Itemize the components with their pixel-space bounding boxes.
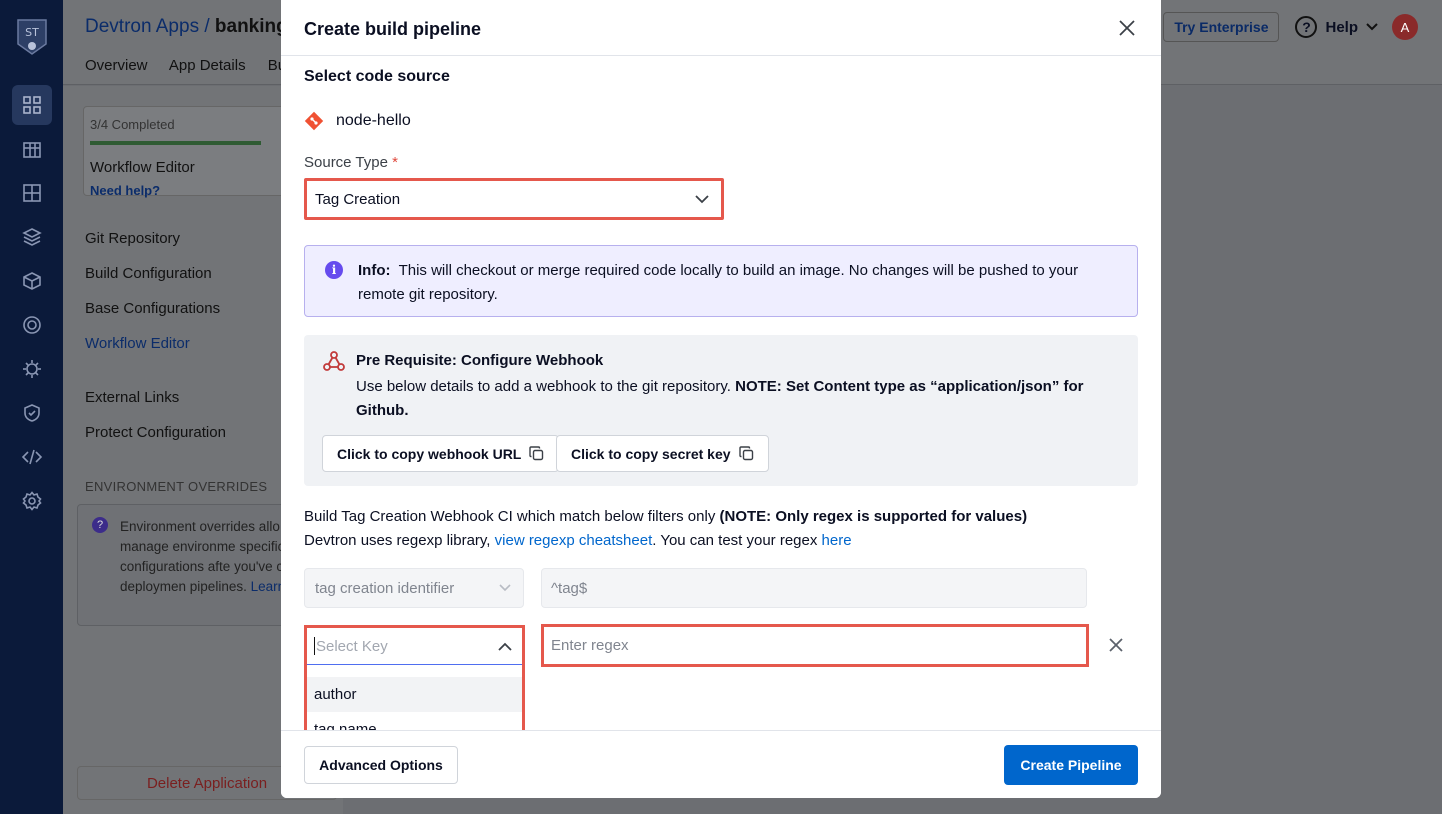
- chevron-down-icon: [695, 194, 709, 203]
- bug-icon[interactable]: [20, 357, 44, 381]
- webhook-icon: [322, 349, 346, 373]
- prereq-text: Use below details to add a webhook to th…: [356, 378, 1084, 419]
- progress-status: 3/4 Completed: [90, 117, 175, 132]
- shield-icon[interactable]: [20, 401, 44, 425]
- svg-text:ST: ST: [25, 26, 39, 39]
- text-caret: [314, 637, 315, 655]
- target-icon[interactable]: [20, 313, 44, 337]
- filter-key-placeholder: Select Key: [316, 637, 388, 655]
- try-enterprise-button[interactable]: Try Enterprise: [1163, 12, 1280, 42]
- cube-icon[interactable]: [20, 269, 44, 293]
- create-pipeline-button[interactable]: Create Pipeline: [1004, 745, 1138, 785]
- code-icon[interactable]: [20, 445, 44, 469]
- need-help-link[interactable]: Need help?: [90, 183, 160, 198]
- section-title: Select code source: [304, 68, 450, 85]
- sidebar-item-external-links[interactable]: External Links: [85, 389, 179, 406]
- close-icon: [1109, 638, 1123, 652]
- charts-icon[interactable]: [20, 181, 44, 205]
- close-button[interactable]: [1117, 18, 1137, 38]
- repo-name-text: node-hello: [336, 112, 411, 129]
- source-type-label: Source Type *: [304, 154, 398, 171]
- info-banner: i Info: This will checkout or merge requ…: [304, 245, 1138, 317]
- stack-icon[interactable]: [20, 225, 44, 249]
- filter-description: Build Tag Creation Webhook CI which matc…: [304, 508, 1028, 549]
- help-icon: ?: [1295, 16, 1318, 38]
- regex-input[interactable]: Enter regex: [541, 624, 1089, 667]
- avatar[interactable]: A: [1392, 14, 1418, 40]
- header-actions: Try Enterprise ? Help A: [1163, 12, 1442, 42]
- env-overrides-heading: ENVIRONMENT OVERRIDES: [85, 479, 268, 494]
- regexp-cheatsheet-link[interactable]: view regexp cheatsheet: [495, 532, 653, 549]
- fixed-filter-value: ^tag$: [541, 568, 1087, 608]
- fixed-filter-key-select: tag creation identifier: [304, 568, 524, 608]
- tab-app-details[interactable]: App Details: [169, 57, 246, 74]
- advanced-options-button[interactable]: Advanced Options: [304, 746, 458, 784]
- copy-webhook-url-button[interactable]: Click to copy webhook URL: [322, 435, 560, 472]
- modal-footer: Advanced Options Create Pipeline: [281, 730, 1161, 798]
- chevron-up-icon: [498, 642, 512, 651]
- chevron-down-icon: [1366, 23, 1378, 31]
- sidebar-item-build-configuration[interactable]: Build Configuration: [85, 265, 212, 282]
- app-tabs: Overview App Details Bui: [85, 57, 307, 74]
- prereq-title: Pre Requisite: Configure Webhook: [356, 352, 604, 369]
- test-regex-link[interactable]: here: [822, 532, 852, 549]
- tab-overview[interactable]: Overview: [85, 57, 148, 74]
- breadcrumb-current: banking: [214, 16, 288, 37]
- info-text: Info: This will checkout or merge requir…: [358, 262, 1079, 303]
- question-icon: ?: [92, 517, 108, 533]
- copy-icon: [529, 446, 544, 461]
- progress-bar: [90, 141, 261, 145]
- filter-key-select[interactable]: Select Key: [307, 628, 522, 665]
- option-author[interactable]: author: [307, 677, 522, 712]
- sidebar-item-workflow-editor[interactable]: Workflow Editor: [85, 335, 190, 352]
- app-groups-icon[interactable]: [20, 137, 44, 161]
- repo-name: node-hello: [304, 111, 411, 131]
- progress-title: Workflow Editor: [90, 159, 195, 176]
- settings-gear-icon[interactable]: [20, 489, 44, 513]
- apps-grid-icon[interactable]: [12, 85, 52, 125]
- source-type-value: Tag Creation: [315, 190, 401, 208]
- chevron-down-icon: [499, 584, 511, 592]
- help-label: Help: [1325, 18, 1358, 36]
- devtron-logo[interactable]: ST: [16, 16, 48, 58]
- close-icon: [1119, 20, 1135, 36]
- webhook-prerequisite: Pre Requisite: Configure Webhook Use bel…: [304, 335, 1138, 486]
- help-menu[interactable]: ? Help: [1295, 16, 1378, 38]
- sidebar-item-base-configurations[interactable]: Base Configurations: [85, 300, 220, 317]
- modal-header: Create build pipeline: [281, 0, 1161, 56]
- info-icon: i: [325, 261, 343, 279]
- source-type-select[interactable]: Tag Creation: [304, 178, 724, 220]
- create-build-pipeline-modal: Create build pipeline Select code source…: [281, 0, 1161, 798]
- copy-icon: [738, 446, 753, 461]
- required-mark: *: [392, 154, 398, 171]
- copy-secret-key-button[interactable]: Click to copy secret key: [556, 435, 769, 472]
- modal-title: Create build pipeline: [304, 19, 482, 39]
- remove-filter-button[interactable]: [1107, 636, 1125, 654]
- sidebar-item-protect-configuration[interactable]: Protect Configuration: [85, 424, 226, 441]
- git-icon: [304, 111, 324, 131]
- breadcrumb-parent[interactable]: Devtron Apps /: [85, 16, 210, 37]
- breadcrumb: Devtron Apps / banking: [85, 16, 288, 38]
- nav-rail: ST: [0, 0, 63, 814]
- sidebar-item-git-repository[interactable]: Git Repository: [85, 230, 180, 247]
